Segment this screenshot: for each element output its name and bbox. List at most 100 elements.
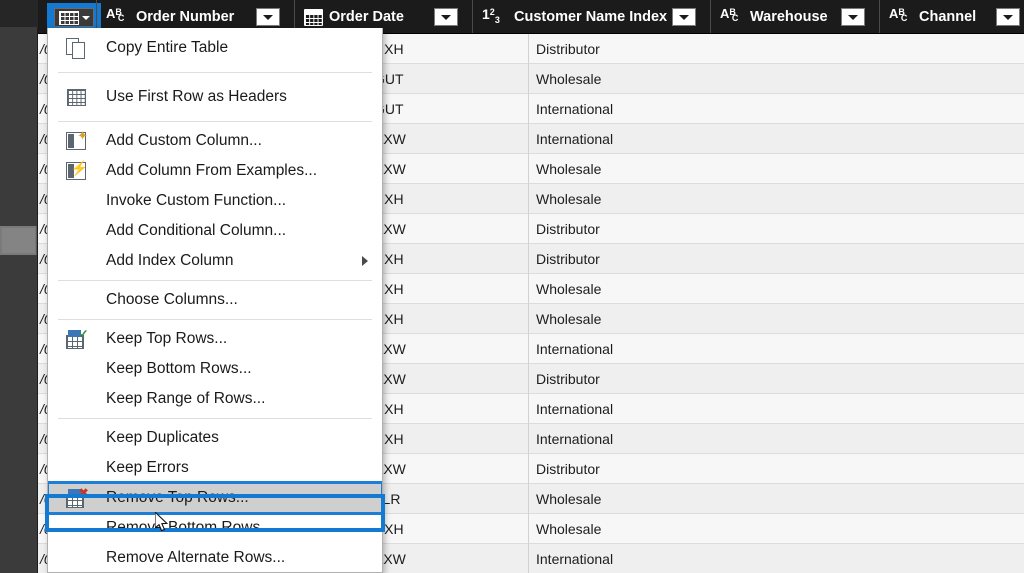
keep-rows-icon: ✓ — [63, 327, 89, 351]
cell-channel: Distributor — [536, 460, 600, 477]
table-grid-icon — [58, 10, 79, 25]
menu-item-keep-errors[interactable]: Keep Errors — [48, 453, 382, 483]
power-query-editor-window: ABC Order Number Order Date 123 Customer… — [0, 0, 1024, 573]
cell-warehouse: FLR — [374, 490, 401, 507]
menu-item-copy-entire-table[interactable]: Copy Entire Table — [48, 28, 382, 68]
column-header-label: Customer Name Index — [514, 9, 668, 25]
rail-chip-inner — [2, 228, 35, 253]
menu-item-add-conditional-column[interactable]: Add Conditional Column... — [48, 216, 382, 246]
menu-item-keep-range-of-rows[interactable]: Keep Range of Rows... — [48, 384, 382, 414]
add-column-examples-icon: ⚡ — [63, 159, 89, 183]
menu-item-remove-alternate-rows[interactable]: Remove Alternate Rows... — [48, 543, 382, 572]
menu-item-label: Keep Errors — [106, 459, 189, 476]
menu-item-icon-none — [63, 456, 89, 480]
menu-item-label: Keep Range of Rows... — [106, 390, 266, 407]
cell-channel: International — [536, 130, 614, 147]
menu-item-label: Keep Top Rows... — [106, 330, 228, 347]
cell-channel: International — [536, 550, 614, 567]
abc-text-icon: ABC — [889, 6, 908, 23]
rail-top-strip — [0, 0, 38, 27]
menu-item-label: Add Index Column — [106, 252, 234, 269]
cell-channel: International — [536, 430, 614, 447]
cell-warehouse: NXH — [374, 400, 404, 417]
menu-item-remove-top-rows[interactable]: ✖ Remove Top Rows... — [48, 481, 382, 515]
chevron-down-icon — [679, 14, 689, 20]
chevron-down-icon — [1003, 14, 1013, 20]
chevron-down-icon — [263, 14, 273, 20]
cell-warehouse: GUT — [374, 70, 404, 87]
menu-item-icon-none — [63, 288, 89, 312]
menu-item-icon-none — [63, 546, 89, 570]
table-options-menu[interactable]: Copy Entire Table Use First Row as Header… — [47, 28, 383, 573]
add-custom-column-icon: ✦ — [63, 129, 89, 153]
cell-channel: Wholesale — [536, 70, 602, 87]
filter-dropdown-channel[interactable] — [996, 8, 1020, 26]
cell-channel: International — [536, 340, 614, 357]
menu-separator — [58, 418, 372, 419]
menu-item-keep-top-rows[interactable]: ✓ Keep Top Rows... — [48, 324, 382, 354]
cell-warehouse: NXH — [374, 250, 404, 267]
header-divider — [710, 0, 711, 33]
menu-item-icon-none — [63, 387, 89, 411]
column-header-warehouse[interactable]: ABC Warehouse — [714, 0, 854, 33]
menu-item-label: Choose Columns... — [106, 291, 238, 308]
cell-channel: Wholesale — [536, 190, 602, 207]
menu-item-invoke-custom-function[interactable]: Invoke Custom Function... — [48, 186, 382, 216]
column-header-label: Warehouse — [750, 9, 828, 25]
filter-dropdown-customer-name-index[interactable] — [672, 8, 696, 26]
menu-item-label: Add Conditional Column... — [106, 222, 287, 239]
chevron-right-icon — [362, 256, 368, 266]
cell-warehouse: NXH — [374, 190, 404, 207]
filter-dropdown-warehouse[interactable] — [841, 8, 865, 26]
cell-warehouse: GUT — [374, 100, 404, 117]
cell-channel: International — [536, 400, 614, 417]
cell-channel: International — [536, 100, 614, 117]
menu-item-remove-bottom-rows[interactable]: Remove Bottom Rows... — [48, 513, 382, 543]
menu-item-icon-none — [63, 516, 89, 540]
menu-item-keep-bottom-rows[interactable]: Keep Bottom Rows... — [48, 354, 382, 384]
column-header-channel[interactable]: ABC Channel — [883, 0, 1013, 33]
menu-item-icon-none — [63, 219, 89, 243]
menu-item-label: Add Custom Column... — [106, 132, 262, 149]
menu-item-use-first-row-as-headers[interactable]: Use First Row as Headers — [48, 77, 382, 117]
cell-warehouse: NXH — [374, 310, 404, 327]
cell-channel: Distributor — [536, 250, 600, 267]
menu-item-add-index-column[interactable]: Add Index Column — [48, 246, 382, 276]
chevron-down-icon — [848, 14, 858, 20]
cell-channel: Wholesale — [536, 280, 602, 297]
column-header-customer-name-index[interactable]: 123 Customer Name Index — [476, 0, 691, 33]
cell-warehouse: AXW — [374, 550, 406, 567]
header-row-grid-icon — [63, 85, 89, 109]
menu-item-label: Invoke Custom Function... — [106, 192, 287, 209]
menu-item-icon-none — [63, 357, 89, 381]
cell-warehouse: AXW — [374, 130, 406, 147]
menu-item-choose-columns[interactable]: Choose Columns... — [48, 285, 382, 315]
menu-item-label: Remove Top Rows... — [106, 489, 249, 506]
menu-item-add-custom-column[interactable]: ✦ Add Custom Column... — [48, 126, 382, 156]
cell-warehouse: AXW — [374, 370, 406, 387]
menu-separator — [58, 121, 372, 122]
menu-separator — [58, 280, 372, 281]
column-header-label: Channel — [919, 9, 977, 25]
menu-item-label: Copy Entire Table — [106, 39, 229, 56]
abc-text-icon: ABC — [106, 6, 125, 23]
filter-dropdown-order-date[interactable] — [434, 8, 458, 26]
rail-collapsed-pane-item[interactable] — [0, 226, 37, 255]
menu-item-icon-none — [63, 189, 89, 213]
menu-item-keep-duplicates[interactable]: Keep Duplicates — [48, 423, 382, 453]
menu-item-add-column-from-examples[interactable]: ⚡ Add Column From Examples... — [48, 156, 382, 186]
cell-warehouse: AXW — [374, 340, 406, 357]
cell-warehouse: AXW — [374, 460, 406, 477]
column-header-label: Order Number — [136, 9, 235, 25]
menu-item-label: Add Column From Examples... — [106, 162, 318, 179]
cell-warehouse: AXW — [374, 220, 406, 237]
menu-separator — [58, 72, 372, 73]
filter-dropdown-order-number[interactable] — [256, 8, 280, 26]
menu-item-label: Use First Row as Headers — [106, 88, 287, 105]
menu-item-label: Keep Duplicates — [106, 429, 219, 446]
table-options-button[interactable] — [54, 8, 94, 27]
cell-warehouse: NXH — [374, 430, 404, 447]
cell-warehouse: NXH — [374, 280, 404, 297]
cell-warehouse: NXH — [374, 40, 404, 57]
chevron-down-icon — [441, 14, 451, 20]
